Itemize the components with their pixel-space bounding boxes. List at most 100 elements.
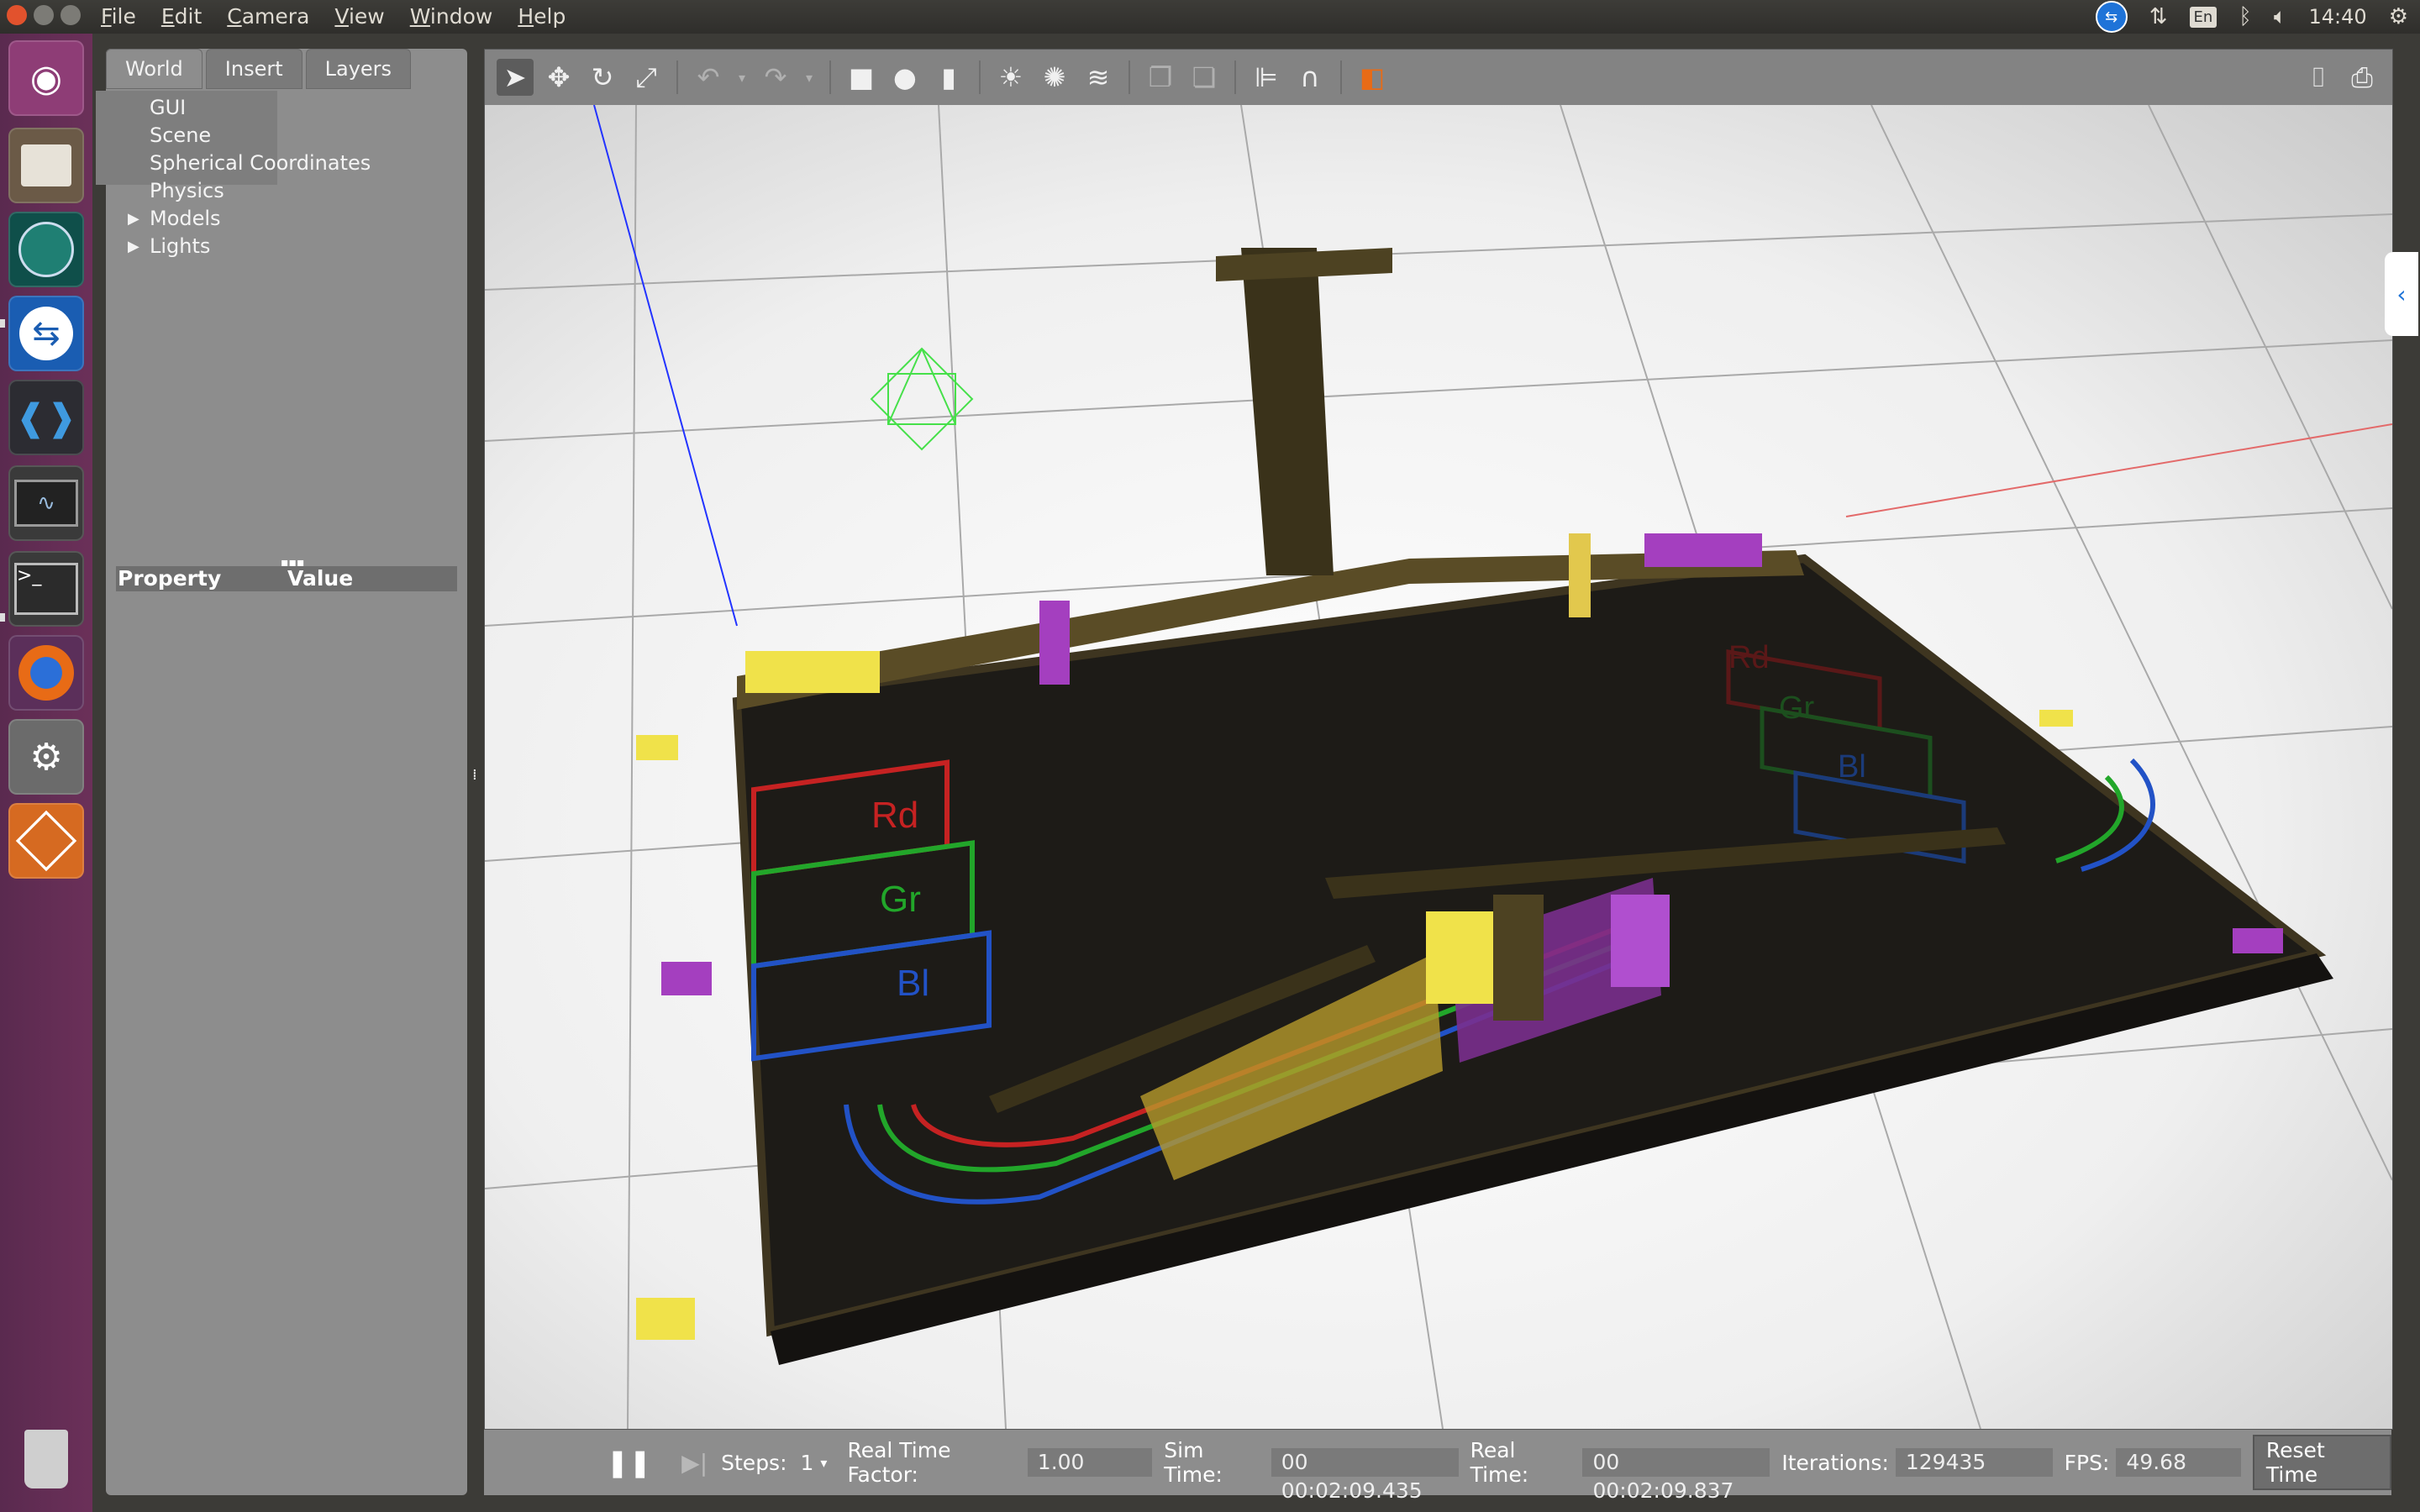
real-time-factor-label: Real Time Factor: <box>847 1438 951 1487</box>
3d-scene[interactable]: Rd Gr Bl Rd Gr Bl <box>485 105 2392 1429</box>
rotate-mode-icon[interactable]: ↻ <box>584 59 621 96</box>
expand-arrow-icon[interactable]: ▶ <box>128 233 139 260</box>
left-red-label: Rd <box>871 795 918 836</box>
bluetooth-icon[interactable]: ᛒ <box>2238 4 2252 29</box>
view-angle-icon[interactable]: ◧ <box>1354 59 1391 96</box>
expand-arrow-icon[interactable]: ▶ <box>128 205 139 233</box>
reset-time-button[interactable]: Reset Time <box>2252 1435 2391 1490</box>
sim-time-label: Sim Time: <box>1164 1438 1223 1487</box>
undo-dropdown-icon[interactable]: ▾ <box>734 59 750 96</box>
sphere-shape-icon[interactable]: ● <box>886 59 923 96</box>
vscode-icon[interactable]: ❰❱ <box>8 380 84 455</box>
gazebo-icon[interactable] <box>8 803 84 879</box>
tree-item-scene[interactable]: Scene <box>118 122 371 150</box>
tab-layers[interactable]: Layers <box>305 49 412 89</box>
tab-world[interactable]: World <box>106 49 203 89</box>
teamviewer-icon[interactable]: ⇆ <box>8 296 84 371</box>
panel-splitter-handle[interactable]: ⁞ <box>472 766 479 784</box>
maximize-window-button[interactable] <box>60 5 81 25</box>
sim-time-value: 00 00:02:09.435 <box>1270 1448 1459 1503</box>
point-light-icon[interactable]: ☀ <box>992 59 1029 96</box>
property-table-header: Property Value <box>116 566 457 591</box>
real-time-value: 00 00:02:09.837 <box>1582 1448 1770 1503</box>
steps-label: Steps: <box>721 1450 787 1475</box>
value-column-header[interactable]: Value <box>287 566 353 591</box>
align-icon[interactable]: ⊫ <box>1248 59 1285 96</box>
yellow-side-pad <box>636 735 678 760</box>
right-panel-toggle[interactable]: ‹ <box>2385 252 2418 336</box>
volume-icon[interactable]: 🔈︎ <box>2274 4 2287 30</box>
paste-icon[interactable]: ❏ <box>1186 59 1223 96</box>
real-time-factor-value: 1.00 <box>1027 1448 1153 1477</box>
steps-dropdown-icon[interactable]: ▾ <box>820 1455 827 1471</box>
menu-file[interactable]: File <box>101 3 136 30</box>
tree-item-physics[interactable]: Physics <box>118 177 371 205</box>
iterations-value: 129435 <box>1895 1448 2053 1477</box>
terminal-icon[interactable]: >_ <box>8 551 84 627</box>
system-tray: ⇆ ⇅ En ᛒ 🔈︎ 14:40 ⚙ <box>2095 0 2408 34</box>
menu-view[interactable]: View <box>334 3 384 30</box>
right-green-label: Gr <box>1779 690 1815 726</box>
fps-label: FPS: <box>2064 1450 2110 1475</box>
select-mode-icon[interactable]: ➤ <box>497 59 534 96</box>
right-red-label: Rd <box>1728 640 1770 675</box>
cylinder-shape-icon[interactable]: ▮ <box>930 59 967 96</box>
iterations-label: Iterations: <box>1781 1450 1889 1475</box>
property-column-header[interactable]: Property <box>118 566 221 591</box>
close-window-button[interactable] <box>7 5 27 25</box>
chevron-left-icon: ‹ <box>2396 280 2407 308</box>
purple-side-pad <box>661 962 712 995</box>
system-monitor-icon[interactable]: ∿ <box>8 465 84 541</box>
screenshot-camera-icon[interactable]: ⌷ <box>2300 59 2337 96</box>
menu-help[interactable]: Help <box>518 3 566 30</box>
tree-item-spherical-coordinates[interactable]: Spherical Coordinates <box>118 150 371 177</box>
menu-window[interactable]: Window <box>410 3 493 30</box>
purple-pad <box>1644 533 1762 567</box>
menu: File Edit Camera View Window Help <box>101 3 566 30</box>
teamviewer-tray-icon[interactable]: ⇆ <box>2095 1 2128 33</box>
tree-item-lights[interactable]: ▶ Lights <box>118 233 371 260</box>
menu-camera[interactable]: Camera <box>227 3 309 30</box>
trash-icon[interactable] <box>8 1421 84 1497</box>
fps-value: 49.68 <box>2116 1448 2241 1477</box>
real-time-label: Real Time: <box>1470 1438 1529 1487</box>
launcher: ◉ ⇆ ❰❱ ∿ >_ ⚙ <box>0 34 92 1512</box>
system-settings-icon[interactable]: ⚙ <box>8 719 84 795</box>
directional-light-icon[interactable]: ≋ <box>1080 59 1117 96</box>
redo-icon[interactable]: ↷ <box>757 59 794 96</box>
minimize-window-button[interactable] <box>34 5 54 25</box>
purple-post <box>1039 601 1070 685</box>
pause-icon[interactable]: ❚❚ <box>607 1446 652 1478</box>
translate-mode-icon[interactable]: ✥ <box>540 59 577 96</box>
log-icon[interactable]: ⎙ <box>2344 59 2381 96</box>
top-menu-bar: File Edit Camera View Window Help ⇆ ⇅ En… <box>0 0 2420 34</box>
firefox-icon[interactable] <box>8 635 84 711</box>
undo-icon[interactable]: ↶ <box>690 59 727 96</box>
gitkraken-icon[interactable] <box>8 212 84 287</box>
spot-light-icon[interactable]: ✺ <box>1036 59 1073 96</box>
snap-magnet-icon[interactable]: ∩ <box>1292 59 1328 96</box>
tree-item-models[interactable]: ▶ Models <box>118 205 371 233</box>
scale-mode-icon[interactable]: ⤢ <box>628 59 665 96</box>
files-icon[interactable] <box>8 128 84 203</box>
gear-icon[interactable]: ⚙ <box>2389 4 2408 29</box>
step-icon[interactable]: ▶| <box>681 1449 708 1477</box>
purple-right-pad <box>2233 928 2283 953</box>
viewport-toolbar: ➤ ✥ ↻ ⤢ ↶ ▾ ↷ ▾ ■ ● ▮ ☀ ✺ ≋ ❐ ❏ ⊫ ∩ ◧ ⌷ … <box>485 50 2392 105</box>
yellow-pad <box>745 651 880 693</box>
ubuntu-dash-icon[interactable]: ◉ <box>8 40 84 116</box>
box-shape-icon[interactable]: ■ <box>843 59 880 96</box>
clock[interactable]: 14:40 <box>2309 5 2367 29</box>
3d-viewport[interactable]: ➤ ✥ ↻ ⤢ ↶ ▾ ↷ ▾ ■ ● ▮ ☀ ✺ ≋ ❐ ❏ ⊫ ∩ ◧ ⌷ … <box>484 49 2393 1430</box>
network-icon[interactable]: ⇅ <box>2149 4 2168 29</box>
tree-item-gui[interactable]: GUI <box>118 94 371 122</box>
tab-insert[interactable]: Insert <box>205 49 302 89</box>
left-blue-label: Bl <box>897 963 929 1004</box>
right-blue-label: Bl <box>1838 749 1866 785</box>
yellow-corner-pad <box>636 1298 695 1340</box>
steps-spinbox[interactable]: 1 <box>801 1451 814 1475</box>
keyboard-layout-indicator[interactable]: En <box>2189 6 2217 28</box>
redo-dropdown-icon[interactable]: ▾ <box>801 59 818 96</box>
menu-edit[interactable]: Edit <box>161 3 202 30</box>
copy-icon[interactable]: ❐ <box>1142 59 1179 96</box>
